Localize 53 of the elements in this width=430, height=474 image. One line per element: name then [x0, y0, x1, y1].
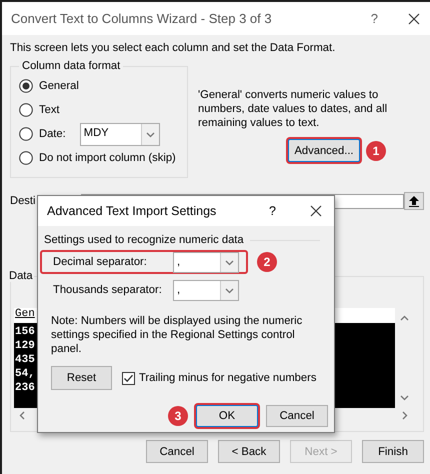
wizard-button[interactable]: Cancel	[146, 440, 208, 463]
combo-value: ,	[176, 254, 182, 270]
radio-button[interactable]	[19, 151, 33, 165]
callout-badge: 2	[257, 252, 277, 272]
radio-label[interactable]: Text	[39, 104, 60, 116]
help-button[interactable]: ?	[269, 204, 276, 218]
intro-text: This screen lets you select each column and set the Data Format.	[10, 42, 336, 56]
preview-cell: 236	[15, 381, 35, 395]
collapse-button[interactable]	[404, 192, 424, 210]
preview-cell: 435	[15, 353, 35, 367]
advanced-button[interactable]: Advanced...	[288, 139, 360, 162]
checkbox-label[interactable]: Trailing minus for negative numbers	[139, 372, 316, 384]
field-label: Desti	[10, 195, 36, 207]
group-title: Column data format	[21, 60, 122, 72]
help-button[interactable]: ?	[370, 11, 378, 26]
note-text: Note: Numbers will be displayed using the numeric settings specified in the Regional Settings control panel.	[51, 314, 304, 356]
radio-label[interactable]: Date:	[39, 128, 66, 140]
section-title: Settings used to recognize numeric data	[44, 234, 244, 246]
reset-button[interactable]: Reset	[51, 366, 112, 390]
preview-cell: 129	[15, 339, 35, 353]
date-format-dropdown[interactable]: MDY	[80, 122, 160, 146]
separator-dropdown[interactable]: ,	[173, 280, 239, 300]
column-header[interactable]: Gen	[15, 308, 35, 320]
wizard-button[interactable]: < Back	[218, 440, 280, 463]
dialog-title: Advanced Text Import Settings	[47, 204, 218, 218]
field-label: Thousands separator:	[53, 284, 163, 296]
radio-button[interactable]	[19, 79, 33, 93]
combo-value: ,	[176, 282, 182, 298]
radio-button[interactable]	[19, 127, 33, 141]
group-title: Data	[8, 270, 34, 282]
radio-label[interactable]: General	[39, 80, 79, 92]
wizard-button[interactable]: Finish	[362, 440, 424, 463]
field-label: Decimal separator:	[53, 256, 148, 268]
checkbox[interactable]	[122, 372, 135, 384]
callout-badge: 1	[366, 140, 386, 160]
dialog-button[interactable]: OK	[196, 405, 258, 427]
window-title: Convert Text to Columns Wizard - Step 3 of 3	[11, 11, 273, 26]
scroll-right-icon[interactable]	[400, 410, 409, 420]
close-icon[interactable]	[310, 205, 322, 217]
combo-value: MDY	[82, 126, 110, 140]
dialog-button[interactable]: Cancel	[266, 405, 328, 427]
preview-cell: 54,	[15, 367, 35, 381]
preview-cell: 156	[15, 325, 35, 339]
separator-dropdown[interactable]: ,	[173, 252, 239, 272]
scroll-left-icon[interactable]	[18, 410, 27, 420]
up-arrow-icon	[409, 196, 419, 206]
radio-label[interactable]: Do not import column (skip)	[39, 152, 176, 164]
close-icon[interactable]	[408, 12, 420, 24]
format-description: 'General' converts numeric values to numbers, date values to dates, and all remaining values to text.	[198, 88, 388, 130]
callout-badge: 3	[168, 406, 188, 426]
scroll-up-icon[interactable]	[400, 314, 408, 323]
scroll-down-icon[interactable]	[400, 393, 408, 402]
radio-button[interactable]	[19, 103, 33, 117]
